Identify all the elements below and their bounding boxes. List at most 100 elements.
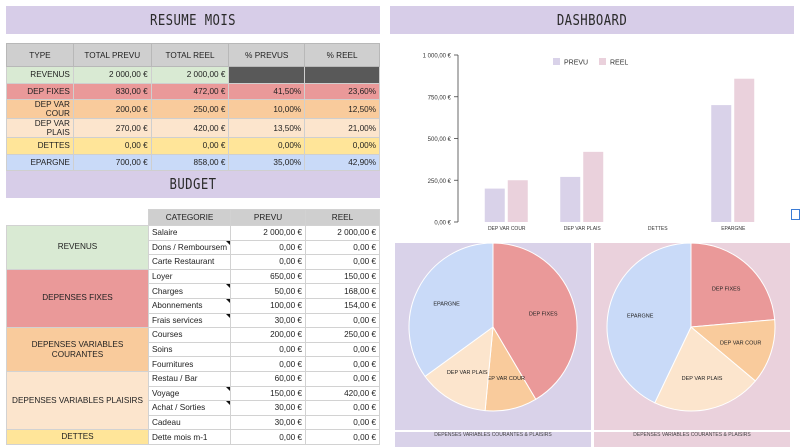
resume-cell-pct-reel[interactable]: 42,90% [304,153,380,171]
budget-header-prevu[interactable]: PREVU [230,209,306,226]
budget-cell-prevu[interactable]: 0,00 € [230,254,306,270]
budget-cell-categorie[interactable]: Voyage [147,385,232,402]
budget-cell-categorie[interactable]: Charges [147,283,232,299]
budget-cell-categorie[interactable]: Cadeau [147,414,232,431]
budget-cell-categorie[interactable]: Dette mois m-1 [147,429,232,445]
resume-cell-total-prevu[interactable]: 700,00 € [72,153,152,171]
budget-cell-prevu[interactable]: 30,00 € [230,400,306,416]
chart-resize-handle[interactable] [791,209,800,220]
resume-cell-pct-reel[interactable]: 0,00% [304,137,380,155]
resume-cell-total-reel[interactable]: 0,00 € [150,137,230,155]
budget-cell-reel[interactable]: 0,00 € [305,254,380,270]
resume-cell-total-reel[interactable]: 472,00 € [150,82,230,100]
pie-chart-reel-svg: DEP FIXES DEP VAR COUR DEP VAR PLAIS EPARGN… [606,243,776,412]
budget-cell-categorie[interactable]: Carte Restaurant [147,254,232,270]
budget-group-label[interactable]: DEPENSES VARIABLES COURANTES [6,327,149,372]
resume-header-total-prevu[interactable]: TOTAL PREVU [72,43,152,67]
budget-cell-prevu[interactable]: 150,00 € [230,385,306,402]
resume-cell-type[interactable]: EPARGNE [6,153,74,171]
budget-cell-categorie[interactable]: Achat / Sorties [147,400,232,416]
resume-header-total-reel[interactable]: TOTAL REEL [150,43,230,67]
resume-row: EPARGNE 700,00 €858,00 €35,00% 42,90% [6,153,380,171]
resume-cell-total-prevu[interactable]: 0,00 € [72,137,152,155]
resume-cell-pct-reel[interactable]: 21,00% [304,118,380,138]
resume-cell-total-reel[interactable]: 420,00 € [150,118,230,138]
budget-cell-prevu[interactable]: 50,00 € [230,283,306,299]
resume-header-row: TYPE TOTAL PREVU TOTAL REEL % PREVUS % R… [6,43,380,67]
budget-header-reel[interactable]: REEL [305,209,380,226]
resume-cell-type[interactable]: DETTES [6,137,74,155]
resume-cell-pct-reel[interactable]: 23,60% [304,82,380,100]
budget-cell-prevu[interactable]: 30,00 € [230,414,306,431]
budget-cell-categorie[interactable]: Courses [147,327,232,343]
budget-cell-prevu[interactable]: 650,00 € [230,268,306,285]
budget-cell-categorie[interactable]: Frais services [147,312,232,329]
budget-group-label[interactable]: DEPENSES VARIABLES PLAISIRS [6,370,149,431]
budget-cell-categorie[interactable]: Dons / Remboursem [147,239,232,256]
resume-cell-type[interactable]: DEP FIXES [6,82,74,100]
resume-header-pct-prevus[interactable]: % PREVUS [228,43,306,67]
budget-group-label[interactable]: REVENUS [6,225,149,270]
budget-cell-reel[interactable]: 420,00 € [305,385,380,402]
resume-cell-pct-prevu[interactable] [228,66,306,84]
budget-cell-reel[interactable]: 0,00 € [305,341,380,358]
resume-cell-total-reel[interactable]: 2 000,00 € [150,66,230,84]
resume-cell-pct-prevu[interactable]: 35,00% [228,153,306,171]
budget-cell-categorie[interactable]: Loyer [147,268,232,285]
budget-cell-reel[interactable]: 250,00 € [305,327,380,343]
budget-group-label[interactable]: DETTES [6,429,149,445]
budget-cell-categorie[interactable]: Restau / Bar [147,370,232,387]
bottom-panel-left: DEPENSES VARIABLES COURANTES & PLAISIRS [395,432,591,447]
budget-cell-reel[interactable]: 0,00 € [305,429,380,445]
resume-cell-pct-prevu[interactable]: 13,50% [228,118,306,138]
resume-cell-type[interactable]: DEP VAR COUR [6,99,74,119]
resume-cell-pct-prevu[interactable]: 0,00% [228,137,306,155]
budget-cell-categorie[interactable]: Abonnements [147,297,232,314]
resume-cell-total-prevu[interactable]: 2 000,00 € [72,66,152,84]
bar-chart: 0,00 € 250,00 € 500,00 € 750,00 € 1 000,00 €… [423,54,755,232]
budget-row: DETTES Dette mois m-1 0,00 €0,00 € [6,429,380,445]
pie-slice-label: DEP VAR COUR [484,376,525,382]
resume-cell-pct-prevu[interactable]: 10,00% [228,99,306,119]
resume-cell-total-reel[interactable]: 858,00 € [150,153,230,171]
resume-cell-total-prevu[interactable]: 200,00 € [72,99,152,119]
budget-cell-prevu[interactable]: 0,00 € [230,429,306,445]
budget-group-label[interactable]: DEPENSES FIXES [6,268,149,329]
budget-cell-reel[interactable]: 154,00 € [305,297,380,314]
budget-cell-reel[interactable]: 0,00 € [305,356,380,372]
budget-cell-categorie[interactable]: Salaire [147,225,232,241]
budget-cell-categorie[interactable]: Soins [147,341,232,358]
budget-header-categorie[interactable]: CATEGORIE [147,209,232,226]
resume-cell-total-reel[interactable]: 250,00 € [150,99,230,119]
budget-cell-reel[interactable]: 0,00 € [305,312,380,329]
budget-cell-prevu[interactable]: 0,00 € [230,356,306,372]
resume-row: REVENUS 2 000,00 €2 000,00 € [6,66,380,84]
resume-cell-pct-reel[interactable] [304,66,380,84]
budget-cell-prevu[interactable]: 200,00 € [230,327,306,343]
budget-cell-reel[interactable]: 0,00 € [305,414,380,431]
budget-cell-reel[interactable]: 168,00 € [305,283,380,299]
resume-cell-total-prevu[interactable]: 830,00 € [72,82,152,100]
budget-row: REVENUS Salaire 2 000,00 €2 000,00 € [6,225,380,270]
budget-cell-prevu[interactable]: 30,00 € [230,312,306,329]
budget-title: BUDGET [169,175,217,193]
resume-cell-pct-prevu[interactable]: 41,50% [228,82,306,100]
budget-cell-reel[interactable]: 0,00 € [305,239,380,256]
budget-cell-prevu[interactable]: 100,00 € [230,297,306,314]
budget-cell-reel[interactable]: 0,00 € [305,370,380,387]
budget-cell-prevu[interactable]: 60,00 € [230,370,306,387]
resume-header-type[interactable]: TYPE [6,43,74,67]
budget-cell-reel[interactable]: 0,00 € [305,400,380,416]
budget-cell-prevu[interactable]: 0,00 € [230,341,306,358]
budget-cell-prevu[interactable]: 0,00 € [230,239,306,256]
budget-cell-reel[interactable]: 150,00 € [305,268,380,285]
budget-cell-reel[interactable]: 2 000,00 € [305,225,380,241]
budget-cell-prevu[interactable]: 2 000,00 € [230,225,306,241]
resume-cell-total-prevu[interactable]: 270,00 € [72,118,152,138]
resume-cell-type[interactable]: REVENUS [6,66,74,84]
bar-reel [583,151,604,222]
resume-cell-pct-reel[interactable]: 12,50% [304,99,380,119]
resume-header-pct-reel[interactable]: % REEL [304,43,380,67]
resume-cell-type[interactable]: DEP VAR PLAIS [6,118,74,138]
budget-cell-categorie[interactable]: Fournitures [147,356,232,372]
